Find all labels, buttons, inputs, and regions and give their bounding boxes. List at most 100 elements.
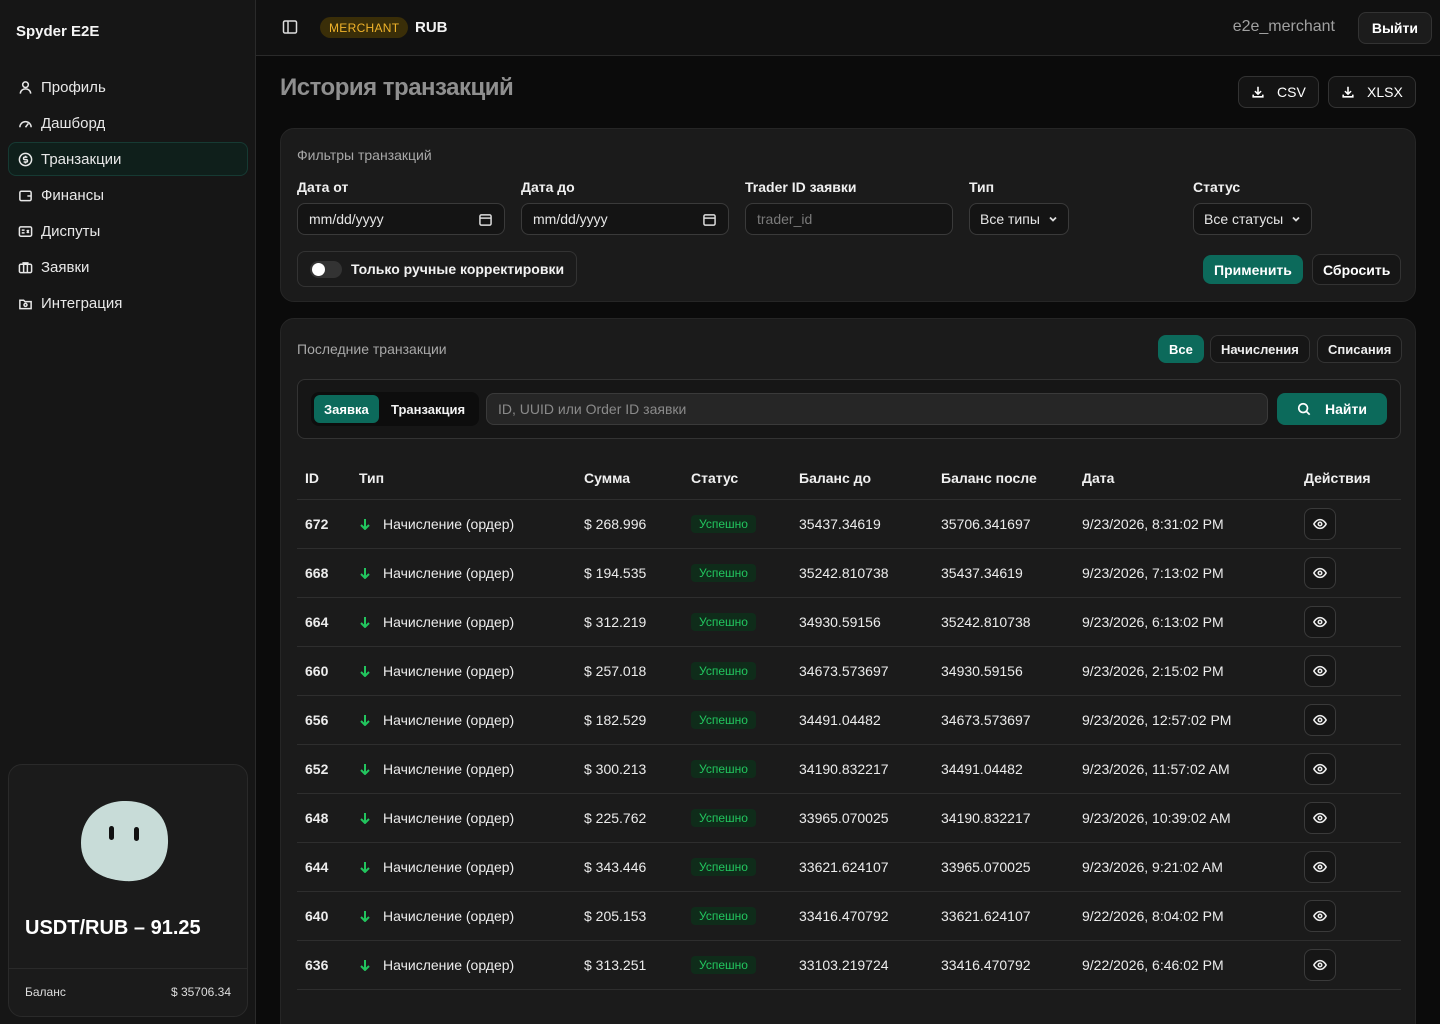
cell-actions [1296, 499, 1401, 549]
arrow-down-icon [360, 518, 370, 530]
eye-icon [1313, 567, 1327, 578]
table-row: 636 Начисление (ордер) $ 313.251 Успешно 331… [297, 940, 1401, 990]
view-button[interactable] [1304, 654, 1336, 687]
sidebar-item-integration[interactable]: Интеграция [8, 286, 248, 320]
type-wrap: Начисление (ордер) [359, 957, 576, 973]
cell-balance-after: 33416.470792 [933, 940, 1074, 990]
wallet-icon [17, 187, 33, 203]
download-icon [1342, 86, 1354, 98]
sidebar-item-label: Диспуты [41, 222, 101, 240]
cell-type: Начисление (ордер) [351, 597, 576, 647]
type-label: Начисление (ордер) [383, 662, 515, 679]
cell-id: 640 [297, 891, 351, 941]
apply-button[interactable]: Применить [1203, 255, 1303, 284]
view-button[interactable] [1304, 948, 1336, 981]
cell-id: 652 [297, 744, 351, 794]
reset-button[interactable]: Сбросить [1312, 254, 1402, 285]
table-body: 672 Начисление (ордер) $ 268.996 Успешно 354… [297, 499, 1401, 990]
view-button[interactable] [1304, 801, 1336, 834]
cell-amount: $ 343.446 [576, 842, 683, 892]
filter-chip-all[interactable]: Все [1158, 335, 1204, 363]
page-title: История транзакций [280, 74, 514, 101]
sidebar-item-profile[interactable]: Профиль [8, 70, 248, 104]
search-mode-toggle: Заявка Транзакция [311, 392, 479, 426]
filter-chip-credits[interactable]: Начисления [1210, 335, 1310, 363]
status-badge: Успешно [691, 759, 756, 778]
calendar-icon [703, 213, 716, 226]
arrow-down-icon [360, 910, 370, 922]
brand-name: Spyder E2E [16, 23, 100, 40]
eye-icon [1313, 763, 1327, 774]
sidebar-item-dashboard[interactable]: Дашборд [8, 106, 248, 140]
sidebar-item-transactions[interactable]: Транзакции [8, 142, 248, 176]
view-button[interactable] [1304, 507, 1336, 540]
calendar-icon [479, 213, 492, 226]
cell-actions [1296, 842, 1401, 892]
cell-date: 9/23/2026, 6:13:02 PM [1074, 597, 1296, 647]
view-button[interactable] [1304, 899, 1336, 932]
balance-label: Баланс [25, 985, 66, 999]
trader-id-input[interactable]: trader_id [745, 203, 953, 235]
col-header-balance-before: Баланс до [791, 457, 933, 500]
type-label: Начисление (ордер) [383, 613, 515, 630]
cell-date: 9/23/2026, 7:13:02 PM [1074, 548, 1296, 598]
cell-type: Начисление (ордер) [351, 548, 576, 598]
cell-date: 9/23/2026, 11:57:02 AM [1074, 744, 1296, 794]
date-to-input[interactable]: mm/dd/yyyy [521, 203, 729, 235]
view-button[interactable] [1304, 556, 1336, 589]
main-content: MERCHANT RUB e2e_merchant Выйти История … [256, 0, 1440, 1024]
table-row: 664 Начисление (ордер) $ 312.219 Успешно 349… [297, 597, 1401, 647]
sidebar-item-disputes[interactable]: Диспуты [8, 214, 248, 248]
table-row: 640 Начисление (ордер) $ 205.153 Успешно 334… [297, 891, 1401, 941]
cell-balance-after: 35242.810738 [933, 597, 1074, 647]
type-wrap: Начисление (ордер) [359, 810, 576, 826]
type-label: Начисление (ордер) [383, 809, 515, 826]
cell-balance-after: 33965.070025 [933, 842, 1074, 892]
sidebar-item-finance[interactable]: Финансы [8, 178, 248, 212]
sidebar-item-requests[interactable]: Заявки [8, 250, 248, 284]
date-from-input[interactable]: mm/dd/yyyy [297, 203, 505, 235]
manual-adjustments-toggle[interactable]: Только ручные корректировки [297, 251, 577, 287]
toggle-switch[interactable] [310, 260, 342, 278]
view-button[interactable] [1304, 605, 1336, 638]
date-from-label: Дата от [297, 179, 349, 195]
cell-actions [1296, 597, 1401, 647]
search-placeholder: ID, UUID или Order ID заявки [498, 401, 687, 417]
view-button[interactable] [1304, 703, 1336, 736]
cell-id: 664 [297, 597, 351, 647]
search-input[interactable]: ID, UUID или Order ID заявки [486, 393, 1268, 425]
cell-id: 648 [297, 793, 351, 843]
filter-chip-debits[interactable]: Списания [1317, 335, 1403, 363]
type-wrap: Начисление (ордер) [359, 859, 576, 875]
col-header-id: ID [297, 457, 351, 500]
export-xlsx-button[interactable]: XLSX [1328, 76, 1416, 108]
view-button[interactable] [1304, 850, 1336, 883]
table-row: 660 Начисление (ордер) $ 257.018 Успешно 346… [297, 646, 1401, 696]
cell-type: Начисление (ордер) [351, 793, 576, 843]
arrow-down-icon [360, 665, 370, 677]
sidebar-toggle-icon[interactable] [282, 19, 298, 35]
cell-actions [1296, 695, 1401, 745]
username: e2e_merchant [1232, 18, 1335, 35]
cell-id: 656 [297, 695, 351, 745]
cell-status: Успешно [683, 695, 791, 745]
type-select[interactable]: Все типы [969, 203, 1069, 235]
find-button[interactable]: Найти [1277, 393, 1387, 425]
view-button[interactable] [1304, 752, 1336, 785]
cell-balance-before: 34491.04482 [791, 695, 933, 745]
sidebar-item-label: Дашборд [41, 114, 106, 132]
search-mode-order[interactable]: Заявка [314, 395, 379, 423]
search-mode-transaction[interactable]: Транзакция [381, 395, 475, 423]
eye-icon [1313, 665, 1327, 676]
status-select[interactable]: Все статусы [1193, 203, 1313, 235]
briefcase-icon [17, 259, 33, 275]
cell-amount: $ 225.762 [576, 793, 683, 843]
cell-actions [1296, 793, 1401, 843]
table-header-row: ID Тип Сумма Статус Баланс до Баланс пос… [297, 457, 1401, 500]
type-wrap: Начисление (ордер) [359, 663, 576, 679]
logout-button[interactable]: Выйти [1357, 12, 1432, 44]
table-row: 644 Начисление (ордер) $ 343.446 Успешно 336… [297, 842, 1401, 892]
type-wrap: Начисление (ордер) [359, 614, 576, 630]
cell-id: 644 [297, 842, 351, 892]
export-csv-button[interactable]: CSV [1238, 76, 1319, 108]
